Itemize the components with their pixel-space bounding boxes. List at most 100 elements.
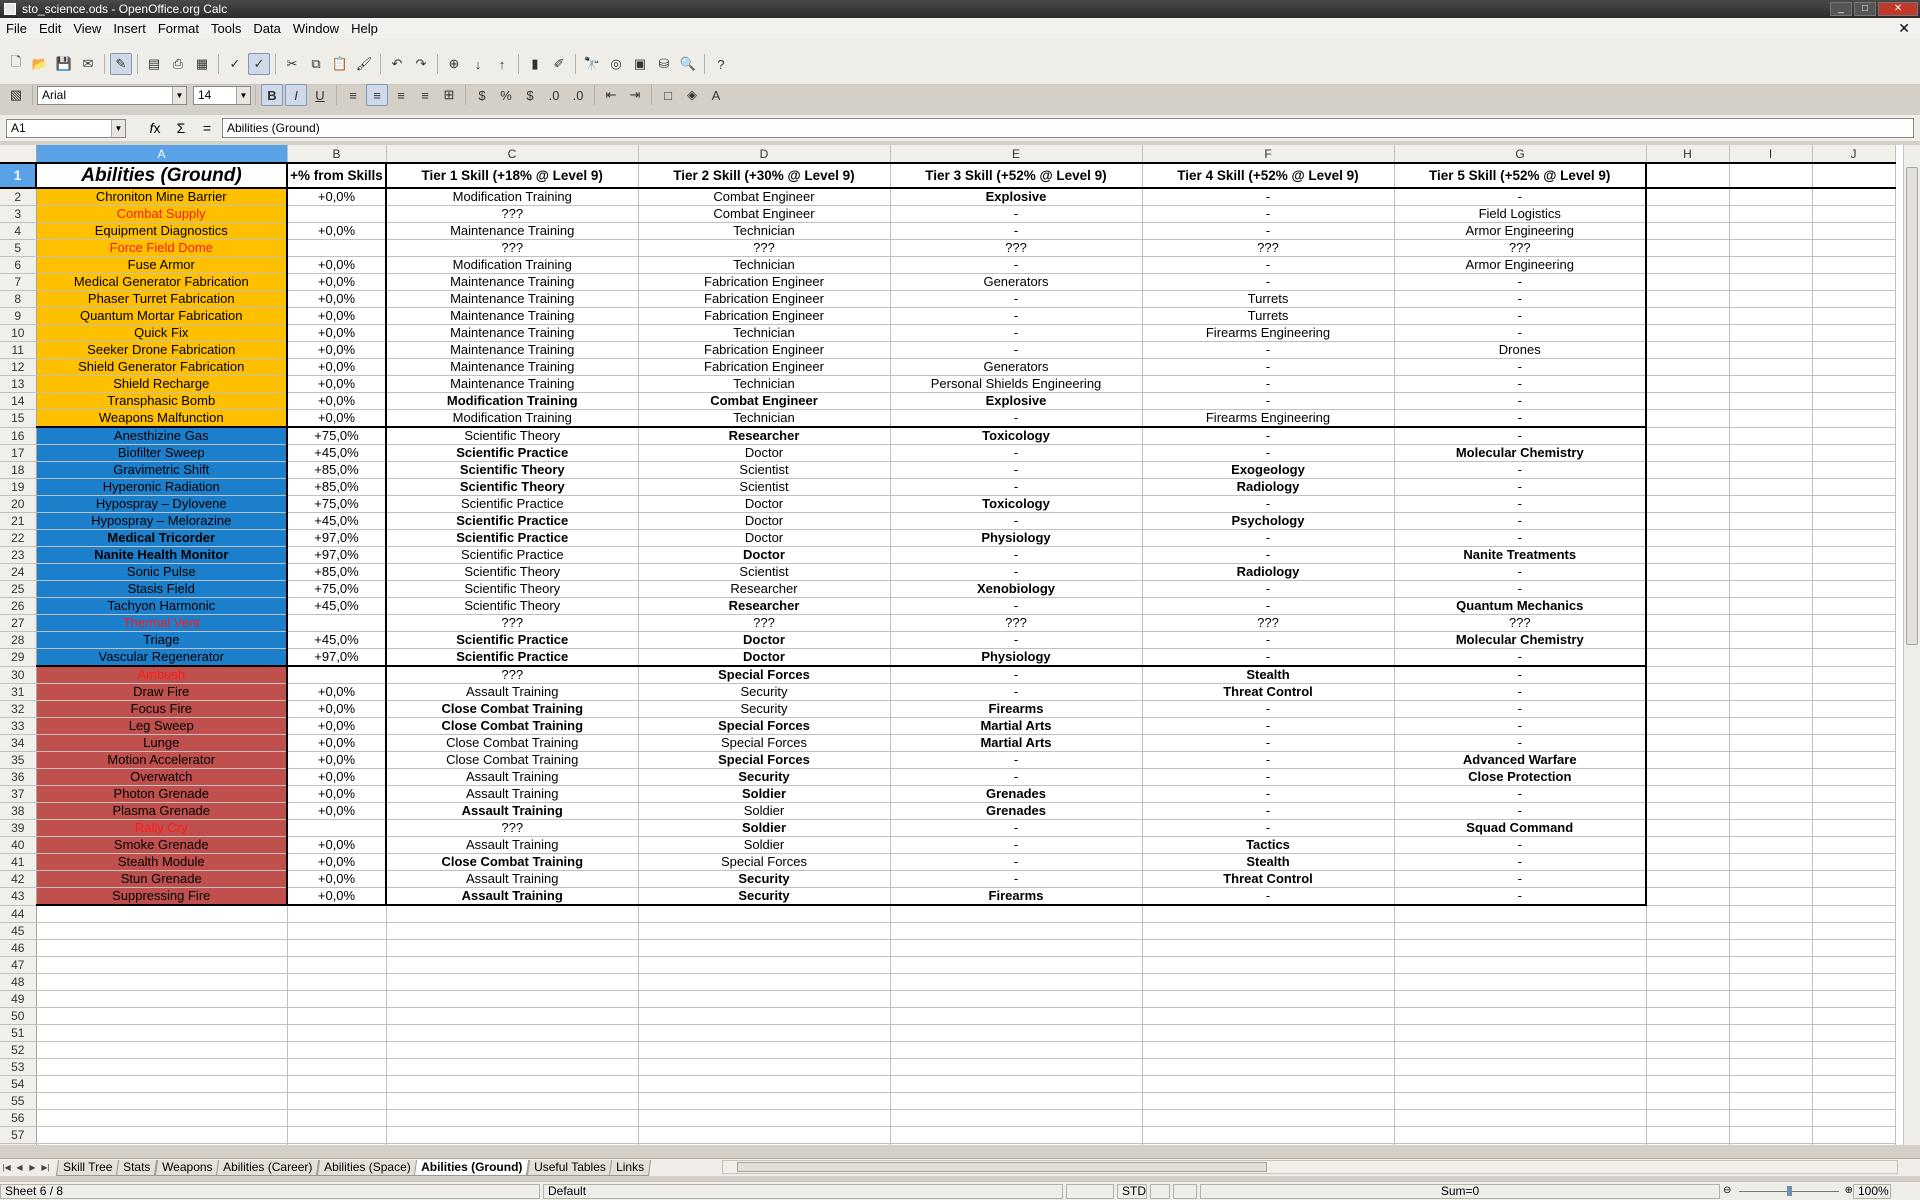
empty-cell[interactable]: [1729, 939, 1813, 957]
row-header[interactable]: 7: [0, 273, 37, 291]
empty-cell[interactable]: [386, 939, 639, 957]
table-cell[interactable]: ???: [638, 614, 891, 632]
empty-cell[interactable]: [1729, 597, 1813, 615]
table-cell[interactable]: ???: [1142, 614, 1395, 632]
empty-cell[interactable]: [386, 973, 639, 991]
table-cell[interactable]: Maintenance Training: [386, 290, 639, 308]
empty-cell[interactable]: [1646, 461, 1730, 479]
font-name-select[interactable]: Arial ▼: [37, 85, 187, 105]
table-cell[interactable]: Assault Training: [386, 887, 639, 906]
empty-cell[interactable]: [638, 1092, 891, 1110]
empty-cell[interactable]: [1646, 205, 1730, 223]
empty-cell[interactable]: [1812, 546, 1896, 564]
empty-cell[interactable]: [1812, 188, 1896, 206]
table-cell[interactable]: Special Forces: [638, 734, 891, 752]
column-header-a[interactable]: A: [36, 145, 288, 164]
bold-icon[interactable]: B: [261, 84, 283, 106]
table-cell[interactable]: Maintenance Training: [386, 222, 639, 240]
table-cell[interactable]: -: [890, 631, 1143, 649]
table-cell[interactable]: Special Forces: [638, 853, 891, 871]
table-cell[interactable]: -: [1142, 392, 1395, 410]
table-cell[interactable]: -: [1394, 375, 1647, 393]
empty-cell[interactable]: [36, 1007, 288, 1025]
table-cell[interactable]: -: [890, 324, 1143, 342]
table-cell[interactable]: +97,0%: [287, 648, 387, 667]
table-cell[interactable]: Physiology: [890, 529, 1143, 547]
sheet-tab[interactable]: Weapons: [154, 1159, 220, 1176]
table-cell[interactable]: +85,0%: [287, 478, 387, 496]
empty-cell[interactable]: [1394, 1092, 1647, 1110]
empty-cell[interactable]: [1142, 1041, 1395, 1059]
empty-cell[interactable]: [1812, 887, 1896, 906]
table-cell[interactable]: Special Forces: [638, 665, 891, 684]
table-cell[interactable]: +0,0%: [287, 256, 387, 274]
font-color-icon[interactable]: A: [705, 84, 727, 106]
empty-cell[interactable]: [1646, 905, 1730, 923]
empty-cell[interactable]: [1646, 307, 1730, 325]
empty-cell[interactable]: [36, 1092, 288, 1110]
empty-cell[interactable]: [1812, 392, 1896, 410]
table-cell[interactable]: Close Combat Training: [386, 717, 639, 735]
empty-cell[interactable]: [1646, 939, 1730, 957]
empty-cell[interactable]: [1812, 1126, 1896, 1144]
row-header[interactable]: 50: [0, 1007, 37, 1025]
ability-name-cell[interactable]: Hypospray – Melorazine: [36, 512, 288, 530]
edit-file-icon[interactable]: ✎: [110, 53, 132, 75]
empty-cell[interactable]: [1646, 597, 1730, 615]
empty-cell[interactable]: [1729, 273, 1813, 291]
table-cell[interactable]: [287, 665, 387, 684]
empty-cell[interactable]: [1646, 256, 1730, 274]
empty-cell[interactable]: [1729, 1126, 1813, 1144]
table-cell[interactable]: Doctor: [638, 529, 891, 547]
empty-cell[interactable]: [36, 956, 288, 974]
standard-format-icon[interactable]: $: [519, 84, 541, 106]
zoom-out-icon[interactable]: ⊖: [1723, 1185, 1731, 1196]
empty-cell[interactable]: [1729, 427, 1813, 445]
empty-cell[interactable]: [1646, 409, 1730, 428]
empty-cell[interactable]: [1646, 1058, 1730, 1076]
empty-cell[interactable]: [36, 1109, 288, 1127]
empty-cell[interactable]: [1729, 1058, 1813, 1076]
gallery-icon[interactable]: ▣: [629, 53, 651, 75]
ability-name-cell[interactable]: Stasis Field: [36, 580, 288, 598]
table-cell[interactable]: Scientist: [638, 461, 891, 479]
table-cell[interactable]: Combat Engineer: [638, 205, 891, 223]
table-cell[interactable]: +0,0%: [287, 853, 387, 871]
table-cell[interactable]: Doctor: [638, 631, 891, 649]
empty-cell[interactable]: [287, 1058, 387, 1076]
empty-cell[interactable]: [386, 990, 639, 1008]
table-cell[interactable]: Radiology: [1142, 478, 1395, 496]
table-cell[interactable]: Modification Training: [386, 256, 639, 274]
empty-cell[interactable]: [1646, 700, 1730, 718]
empty-cell[interactable]: [890, 1143, 1143, 1145]
empty-cell[interactable]: [1729, 256, 1813, 274]
table-cell[interactable]: Fabrication Engineer: [638, 273, 891, 291]
table-cell[interactable]: Explosive: [890, 188, 1143, 206]
empty-cell[interactable]: [1646, 990, 1730, 1008]
empty-cell[interactable]: [1646, 887, 1730, 906]
empty-cell[interactable]: [1729, 375, 1813, 393]
email-icon[interactable]: ✉: [77, 53, 99, 75]
table-cell[interactable]: Technician: [638, 256, 891, 274]
empty-cell[interactable]: [1812, 256, 1896, 274]
empty-cell[interactable]: [1729, 162, 1813, 189]
table-cell[interactable]: -: [1394, 853, 1647, 871]
close-window-button[interactable]: ✕: [1878, 2, 1918, 16]
empty-cell[interactable]: [287, 956, 387, 974]
table-cell[interactable]: Firearms Engineering: [1142, 324, 1395, 342]
ability-name-cell[interactable]: Shield Generator Fabrication: [36, 358, 288, 376]
ability-name-cell[interactable]: Chroniton Mine Barrier: [36, 188, 288, 206]
empty-cell[interactable]: [1394, 1007, 1647, 1025]
empty-cell[interactable]: [890, 922, 1143, 940]
row-header[interactable]: 34: [0, 734, 37, 752]
table-cell[interactable]: Turrets: [1142, 307, 1395, 325]
table-cell[interactable]: Security: [638, 887, 891, 906]
table-cell[interactable]: Stealth: [1142, 665, 1395, 684]
ability-name-cell[interactable]: Biofilter Sweep: [36, 444, 288, 462]
empty-cell[interactable]: [287, 922, 387, 940]
empty-cell[interactable]: [1812, 273, 1896, 291]
table-cell[interactable]: Maintenance Training: [386, 307, 639, 325]
empty-cell[interactable]: [1646, 802, 1730, 820]
table-cell[interactable]: Security: [638, 870, 891, 888]
table-cell[interactable]: Scientific Practice: [386, 648, 639, 667]
